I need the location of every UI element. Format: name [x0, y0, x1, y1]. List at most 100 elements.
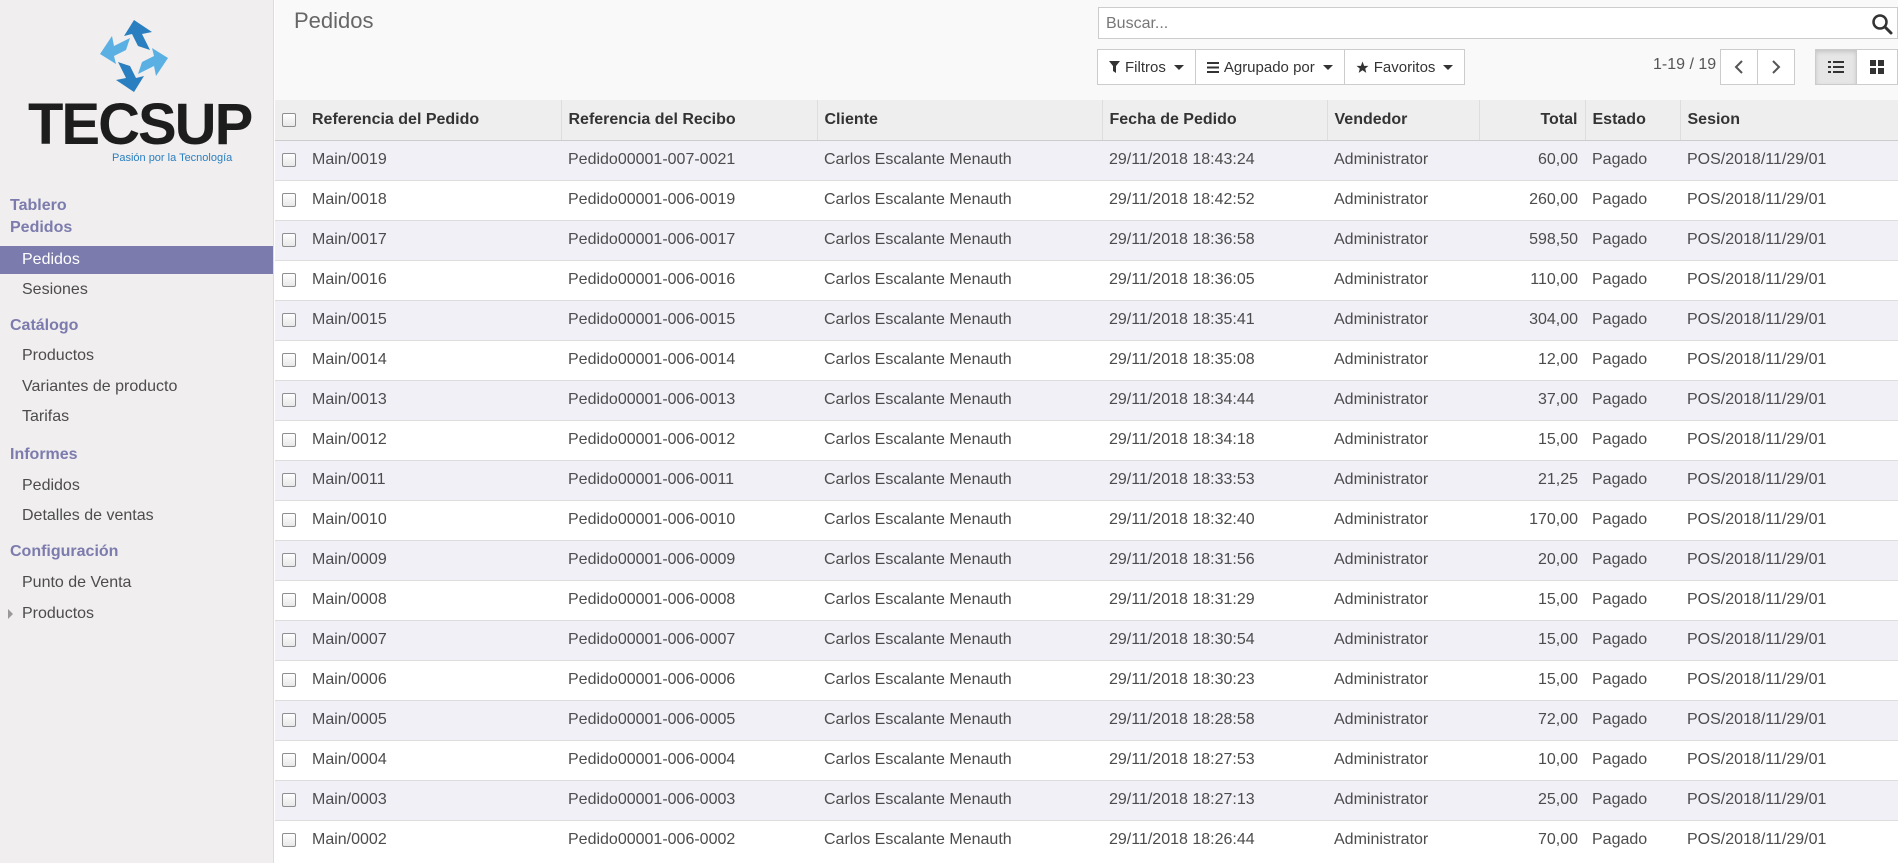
- row-checkbox-cell[interactable]: [275, 459, 305, 500]
- column-header-cliente[interactable]: Cliente: [817, 100, 1103, 141]
- table-row[interactable]: Main/0017 Pedido00001-006-0017 Carlos Esca…: [275, 219, 1898, 260]
- cell-vendedor: Administrator: [1327, 539, 1479, 580]
- sidebar-item-tarifas[interactable]: Tarifas: [0, 403, 273, 431]
- row-checkbox[interactable]: [282, 512, 296, 527]
- table-row[interactable]: Main/0004 Pedido00001-006-0004 Carlos Esca…: [275, 739, 1898, 780]
- table-row[interactable]: Main/0007 Pedido00001-006-0007 Carlos Esca…: [275, 619, 1898, 660]
- row-checkbox[interactable]: [282, 152, 296, 167]
- table-row[interactable]: Main/0015 Pedido00001-006-0015 Carlos Esca…: [275, 299, 1898, 340]
- groupby-button[interactable]: Agrupado por: [1194, 49, 1345, 85]
- sidebar-item-variantes[interactable]: Variantes de producto: [0, 373, 273, 401]
- table-row[interactable]: Main/0005 Pedido00001-006-0005 Carlos Esca…: [275, 699, 1898, 740]
- cell-referencia-recibo: Pedido00001-006-0006: [561, 659, 817, 700]
- search-box[interactable]: [1098, 7, 1898, 40]
- cell-referencia-pedido: Main/0003: [305, 779, 561, 820]
- sidebar-item-config-productos[interactable]: Productos: [0, 600, 273, 628]
- table-row[interactable]: Main/0008 Pedido00001-006-0008 Carlos Esca…: [275, 579, 1898, 620]
- cell-cliente: Carlos Escalante Menauth: [817, 819, 1102, 860]
- row-checkbox-cell[interactable]: [275, 499, 305, 540]
- table-row[interactable]: Main/0013 Pedido00001-006-0013 Carlos Esca…: [275, 379, 1898, 420]
- row-checkbox-cell[interactable]: [275, 739, 305, 780]
- sidebar-item-punto-venta[interactable]: Punto de Venta: [0, 569, 273, 597]
- sidebar-item-sesiones[interactable]: Sesiones: [0, 276, 273, 304]
- filters-button[interactable]: Filtros: [1097, 49, 1196, 85]
- row-checkbox[interactable]: [282, 432, 296, 447]
- cell-referencia-recibo: Pedido00001-006-0011: [561, 459, 817, 500]
- column-header-fecha-pedido[interactable]: Fecha de Pedido: [1102, 100, 1328, 141]
- row-checkbox[interactable]: [282, 592, 296, 607]
- table-row[interactable]: Main/0006 Pedido00001-006-0006 Carlos Esca…: [275, 659, 1898, 700]
- search-icon[interactable]: [1871, 13, 1893, 35]
- table-row[interactable]: Main/0011 Pedido00001-006-0011 Carlos Esca…: [275, 459, 1898, 500]
- pager-value[interactable]: 1-19 / 19: [1653, 56, 1716, 74]
- row-checkbox[interactable]: [282, 552, 296, 567]
- row-checkbox[interactable]: [282, 192, 296, 207]
- row-checkbox-cell[interactable]: [275, 819, 305, 860]
- menu-section-configuracion[interactable]: Configuración: [10, 543, 118, 561]
- row-checkbox[interactable]: [282, 712, 296, 727]
- cell-vendedor: Administrator: [1327, 179, 1479, 220]
- select-all-checkbox-cell[interactable]: [275, 100, 305, 141]
- row-checkbox-cell[interactable]: [275, 379, 305, 420]
- row-checkbox-cell[interactable]: [275, 219, 305, 260]
- cell-cliente: Carlos Escalante Menauth: [817, 419, 1102, 460]
- column-header-estado[interactable]: Estado: [1585, 100, 1681, 141]
- row-checkbox[interactable]: [282, 833, 296, 848]
- row-checkbox[interactable]: [282, 632, 296, 647]
- sidebar-item-productos[interactable]: Productos: [0, 342, 273, 370]
- search-input[interactable]: [1099, 8, 1868, 40]
- pager-next-button[interactable]: [1757, 49, 1795, 85]
- column-header-sesion[interactable]: Sesion: [1680, 100, 1898, 141]
- row-checkbox[interactable]: [282, 792, 296, 807]
- row-checkbox-cell[interactable]: [275, 339, 305, 380]
- row-checkbox-cell[interactable]: [275, 779, 305, 820]
- row-checkbox[interactable]: [282, 352, 296, 367]
- row-checkbox-cell[interactable]: [275, 659, 305, 700]
- menu-section-catalogo[interactable]: Catálogo: [10, 317, 78, 335]
- column-header-vendedor[interactable]: Vendedor: [1327, 100, 1480, 141]
- row-checkbox[interactable]: [282, 232, 296, 247]
- tecsup-logo[interactable]: TECSUP Pasión por la Tecnología: [28, 16, 253, 171]
- favorites-button[interactable]: Favoritos: [1343, 49, 1466, 85]
- table-row[interactable]: Main/0016 Pedido00001-006-0016 Carlos Esca…: [275, 259, 1898, 300]
- row-checkbox-cell[interactable]: [275, 139, 305, 180]
- row-checkbox-cell[interactable]: [275, 699, 305, 740]
- sidebar-item-informes-pedidos[interactable]: Pedidos: [0, 472, 273, 500]
- row-checkbox[interactable]: [282, 672, 296, 687]
- row-checkbox-cell[interactable]: [275, 539, 305, 580]
- row-checkbox-cell[interactable]: [275, 299, 305, 340]
- list-view-button[interactable]: [1815, 49, 1857, 85]
- sidebar-item-pedidos[interactable]: Pedidos: [0, 246, 273, 274]
- row-checkbox-cell[interactable]: [275, 259, 305, 300]
- orders-table: Referencia del Pedido Referencia del Rec…: [275, 100, 1898, 860]
- menu-section-tablero[interactable]: Tablero: [10, 197, 67, 215]
- table-row[interactable]: Main/0014 Pedido00001-006-0014 Carlos Esca…: [275, 339, 1898, 380]
- cell-referencia-recibo: Pedido00001-006-0019: [561, 179, 817, 220]
- column-header-total[interactable]: Total: [1479, 100, 1586, 141]
- table-row[interactable]: Main/0012 Pedido00001-006-0012 Carlos Esca…: [275, 419, 1898, 460]
- row-checkbox-cell[interactable]: [275, 619, 305, 660]
- row-checkbox[interactable]: [282, 392, 296, 407]
- menu-section-informes[interactable]: Informes: [10, 446, 78, 464]
- row-checkbox[interactable]: [282, 752, 296, 767]
- table-row[interactable]: Main/0018 Pedido00001-006-0019 Carlos Esca…: [275, 179, 1898, 220]
- cell-total: 21,25: [1479, 459, 1585, 500]
- row-checkbox[interactable]: [282, 272, 296, 287]
- pager-previous-button[interactable]: [1720, 49, 1758, 85]
- table-row[interactable]: Main/0009 Pedido00001-006-0009 Carlos Esca…: [275, 539, 1898, 580]
- row-checkbox[interactable]: [282, 472, 296, 487]
- column-header-referencia-pedido[interactable]: Referencia del Pedido: [305, 100, 562, 141]
- kanban-view-button[interactable]: [1856, 49, 1898, 85]
- sidebar-item-detalles-ventas[interactable]: Detalles de ventas: [0, 502, 273, 530]
- row-checkbox-cell[interactable]: [275, 579, 305, 620]
- row-checkbox-cell[interactable]: [275, 419, 305, 460]
- row-checkbox[interactable]: [282, 312, 296, 327]
- row-checkbox-cell[interactable]: [275, 179, 305, 220]
- table-row[interactable]: Main/0003 Pedido00001-006-0003 Carlos Esca…: [275, 779, 1898, 820]
- table-row[interactable]: Main/0002 Pedido00001-006-0002 Carlos Esca…: [275, 819, 1898, 860]
- column-header-referencia-recibo[interactable]: Referencia del Recibo: [561, 100, 818, 141]
- table-row[interactable]: Main/0010 Pedido00001-006-0010 Carlos Esca…: [275, 499, 1898, 540]
- table-row[interactable]: Main/0019 Pedido00001-007-0021 Carlos Esca…: [275, 139, 1898, 180]
- select-all-checkbox[interactable]: [282, 112, 296, 127]
- menu-section-pedidos[interactable]: Pedidos: [10, 219, 72, 237]
